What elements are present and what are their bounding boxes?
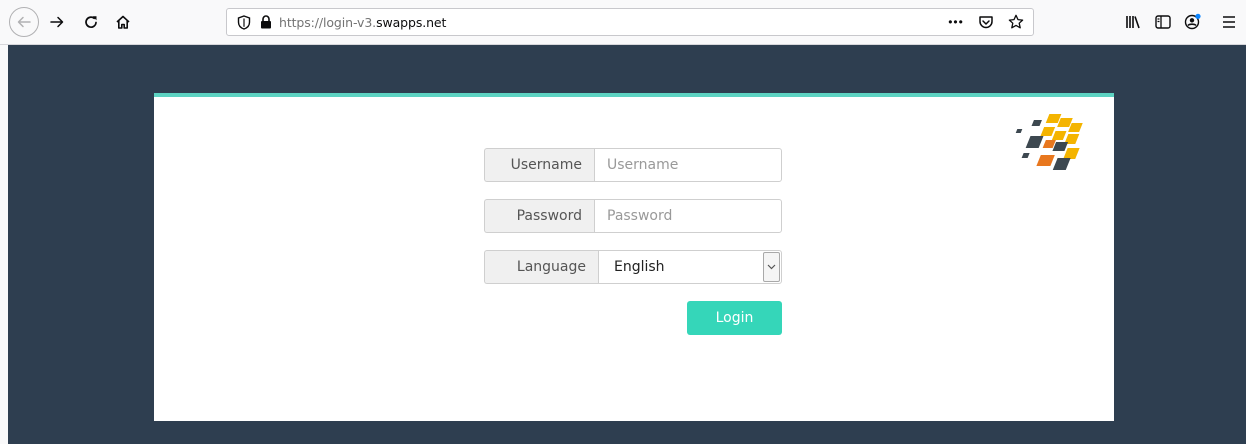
lock-icon[interactable]	[257, 15, 275, 29]
bookmark-star-icon[interactable]	[1005, 11, 1027, 33]
username-row: Username	[484, 148, 782, 182]
back-arrow-icon	[17, 16, 31, 28]
language-selected-value: English	[614, 259, 665, 275]
sidebar-icon[interactable]	[1148, 8, 1178, 36]
language-select[interactable]: English	[598, 250, 782, 284]
menu-icon[interactable]	[1214, 8, 1244, 36]
back-button[interactable]	[9, 7, 39, 37]
chevron-down-icon[interactable]	[763, 252, 780, 282]
url-prefix: https://login-v3.	[279, 14, 377, 30]
url-text[interactable]: https://login-v3.swapps.net	[279, 15, 446, 30]
home-icon	[116, 15, 130, 29]
login-button[interactable]: Login	[687, 301, 782, 335]
page-background: Username Password Language English Login	[8, 45, 1246, 444]
swapps-logo	[1015, 114, 1083, 170]
tracking-shield-icon[interactable]	[231, 14, 257, 30]
password-input[interactable]	[594, 199, 782, 233]
more-actions-icon[interactable]: •••	[945, 11, 967, 33]
language-label: Language	[484, 250, 598, 284]
username-label: Username	[484, 148, 594, 182]
url-bar[interactable]: https://login-v3.swapps.net •••	[226, 8, 1034, 36]
username-input[interactable]	[594, 148, 782, 182]
browser-toolbar: https://login-v3.swapps.net •••	[0, 0, 1246, 45]
home-button[interactable]	[110, 8, 136, 36]
library-icon[interactable]	[1118, 8, 1148, 36]
login-card: Username Password Language English Login	[154, 93, 1114, 421]
account-icon[interactable]	[1178, 8, 1208, 36]
login-form: Username Password Language English Login	[484, 148, 782, 335]
language-row: Language English	[484, 250, 782, 284]
forward-button[interactable]	[44, 8, 70, 36]
reload-button[interactable]	[78, 8, 104, 36]
pocket-icon[interactable]	[975, 11, 997, 33]
forward-arrow-icon	[50, 16, 64, 28]
url-host: swapps.net	[376, 14, 447, 30]
password-row: Password	[484, 199, 782, 233]
password-label: Password	[484, 199, 594, 233]
reload-icon	[85, 16, 97, 28]
